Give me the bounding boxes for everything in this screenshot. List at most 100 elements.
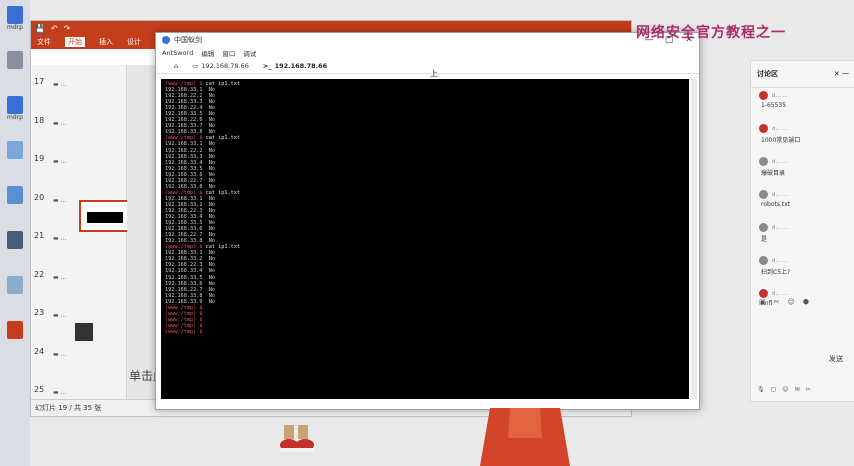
chat-message: d... ... 1-65535: [759, 91, 849, 109]
chat-message-header: d... ...: [759, 190, 849, 199]
terminal-screen[interactable]: (www:/tmp) $ cat ip1.txt 192.168.33.1 No 1…: [161, 79, 689, 399]
ppt-ribbon-tab[interactable]: 开始: [65, 37, 85, 47]
window-title-bar[interactable]: 中国蚁剑: [156, 33, 699, 47]
desktop-shortcut[interactable]: mdrp: [4, 96, 26, 121]
cursor-hint: 上: [430, 69, 438, 78]
menu-antsword[interactable]: AntSword: [162, 49, 193, 57]
slide-thumbnail-row[interactable]: 17 ▬ ...: [31, 77, 126, 107]
desktop-shortcut[interactable]: [4, 231, 26, 249]
chat-message-text: 扫到C5上?: [761, 269, 791, 276]
undo-icon[interactable]: ↶: [51, 24, 58, 33]
desktop-shortcut[interactable]: [4, 276, 26, 294]
slide-thumbnail-text: ▬ ...: [53, 119, 67, 127]
shell-prompt: (www:/tmp) $: [165, 189, 203, 196]
slide-number: 25: [34, 385, 45, 394]
menu-edit[interactable]: 编辑: [201, 48, 214, 58]
slide-thumbnail-row[interactable]: 20 ▬ ...: [31, 193, 126, 223]
microphone-icon[interactable]: 🎙: [757, 386, 765, 393]
camera-icon[interactable]: ▢: [771, 386, 777, 393]
slide-thumbnail-text: ▬ ...: [53, 312, 67, 319]
slide-number: 20: [34, 192, 45, 202]
slide-thumbnail-text: ▬ ...: [53, 81, 67, 88]
chat-message-text: robots.txt: [761, 201, 791, 208]
ppt-ribbon-tab[interactable]: 插入: [99, 37, 113, 47]
emoji-icon[interactable]: ☺: [788, 298, 795, 306]
folder-icon: ▭: [192, 62, 199, 70]
save-icon[interactable]: 💾: [35, 24, 45, 33]
chat-message-header: d... ...: [759, 223, 849, 232]
avatar[interactable]: [759, 256, 768, 265]
chat-username: d... ...: [772, 224, 788, 231]
redo-icon[interactable]: ↷: [64, 24, 71, 33]
shortcut-icon: [7, 141, 23, 159]
desktop-shortcut[interactable]: mdrp: [4, 6, 26, 31]
shortcut-icon: [7, 321, 23, 339]
desktop-shortcut[interactable]: [4, 321, 26, 339]
desktop-shortcut[interactable]: [4, 51, 26, 69]
mascot-body-image: [480, 408, 570, 466]
slide-thumbnail-row[interactable]: 22 ▬ ...: [31, 270, 126, 300]
chat-message-text: 爆破目录: [761, 170, 786, 177]
slide-thumbnail-text: ▬ ...: [53, 273, 67, 281]
avatar[interactable]: [759, 289, 768, 298]
desktop-icon-column: mdrp mdrp: [0, 0, 30, 466]
scissors-icon[interactable]: ✂: [806, 386, 811, 393]
slide-thumbnail-text: ▬ ...: [53, 158, 67, 165]
send-button[interactable]: 发送: [829, 354, 843, 364]
slide-thumbnail-text: ▬ ...: [53, 350, 67, 358]
chat-message-header: d... ...: [759, 256, 849, 265]
avatar[interactable]: [759, 124, 768, 133]
discussion-header-controls[interactable]: ✕ 一: [834, 69, 849, 79]
avatar[interactable]: [759, 157, 768, 166]
avatar[interactable]: [759, 190, 768, 199]
discussion-tab[interactable]: 讨论区: [757, 69, 778, 79]
watermark: 网络安全官方教程之一: [636, 25, 786, 41]
slide-number: 22: [34, 269, 45, 279]
slide-thumbnail-row[interactable]: 19 ▬ ...: [31, 154, 126, 184]
chat-message: d... ... 1000常见端口: [759, 124, 849, 144]
slide-thumbnail-panel[interactable]: 17 ▬ ... 18 ▬ ... 19 ▬ ... 20 ▬ ... 21 ▬ ... 22 ▬ .…: [31, 65, 133, 400]
chat-username: d... ...: [772, 257, 788, 264]
avatar[interactable]: [759, 91, 768, 100]
chat-message-header: d... ...: [759, 289, 849, 298]
window-title: 中国蚁剑: [174, 36, 202, 44]
slide-thumbnail-row[interactable]: 24 ▬ ...: [31, 347, 126, 377]
slide-number: 18: [34, 115, 45, 125]
slide-thumbnail-row[interactable]: 21 ▬ ...: [31, 231, 126, 261]
ppt-ribbon-tab[interactable]: 文件: [37, 37, 51, 47]
menu-debug[interactable]: 调试: [243, 48, 256, 58]
vertical-scrollbar[interactable]: [691, 79, 697, 399]
gift-icon[interactable]: ⬢: [803, 298, 809, 306]
slide-thumbnail-row[interactable]: 18 ▬ ...: [31, 116, 126, 146]
desktop-shortcut[interactable]: [4, 186, 26, 204]
chat-message-header: d... ...: [759, 157, 849, 166]
tab-terminal[interactable]: >_ 192.168.78.66: [263, 62, 327, 70]
shortcut-label: mdrp: [7, 114, 23, 121]
slide-thumbnail-text: ▬ ...: [53, 235, 67, 242]
chat-username: d... ...: [772, 92, 788, 99]
menu-window[interactable]: 窗口: [222, 48, 235, 58]
slide-number: 23: [34, 308, 45, 317]
slide-thumbnail-text: ▬ ...: [53, 389, 67, 396]
shortcut-icon: [7, 6, 23, 24]
slide-thumbnail-row[interactable]: 23 ▬ ...: [31, 308, 126, 338]
avatar[interactable]: [759, 223, 768, 232]
home-icon[interactable]: ⌂: [174, 62, 178, 70]
desktop-shortcut[interactable]: [4, 141, 26, 159]
tab-file-manager[interactable]: ▭ 192.168.78.66: [192, 62, 249, 70]
slide-number: 24: [34, 346, 45, 356]
chat-message-header: d... ...: [759, 124, 849, 133]
image-icon[interactable]: ▣: [759, 298, 766, 306]
emoji-icon[interactable]: ☺: [782, 386, 788, 393]
scissors-icon[interactable]: ✂: [774, 298, 780, 306]
chat-username: d... ...: [772, 290, 788, 297]
menu-bar: AntSword 编辑 窗口 调试: [156, 47, 699, 59]
slide-number: 17: [34, 77, 45, 86]
shortcut-icon: [7, 186, 23, 204]
mail-icon[interactable]: ✉: [795, 386, 800, 393]
tab-label: 192.168.78.66: [201, 62, 249, 70]
ppt-ribbon-tab[interactable]: 设计: [127, 37, 141, 47]
discussion-header: 讨论区 ✕ 一: [751, 61, 854, 88]
shortcut-icon: [7, 276, 23, 294]
app-logo-icon: [162, 36, 170, 44]
